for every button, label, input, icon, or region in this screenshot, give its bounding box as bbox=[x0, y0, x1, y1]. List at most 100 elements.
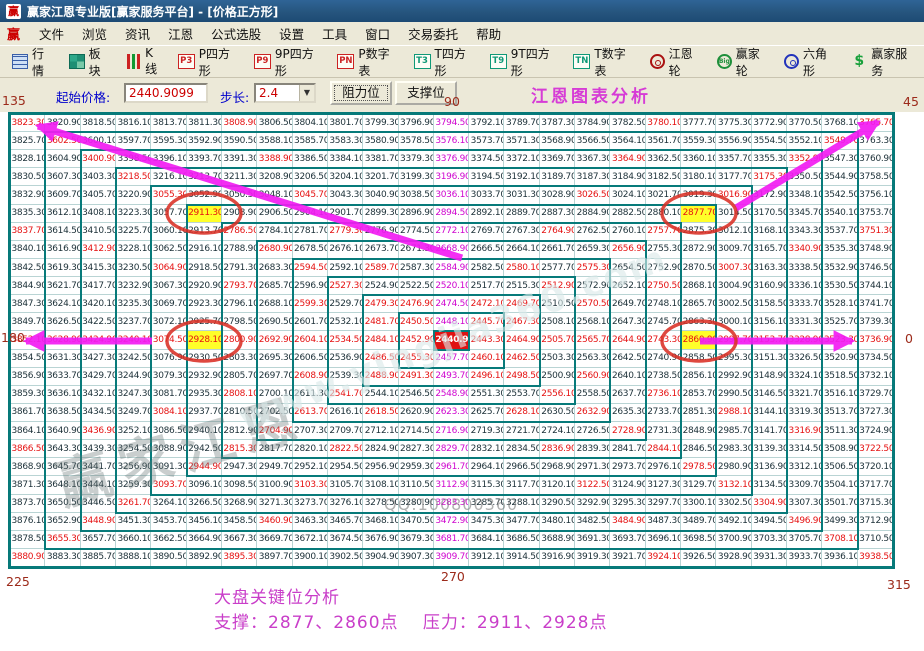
gann-cell: 3396.10 bbox=[151, 150, 186, 168]
gann-cell: 3014.50 bbox=[716, 205, 751, 223]
gann-cell: 2786.50 bbox=[222, 223, 257, 241]
gann-cell: 3837.70 bbox=[10, 223, 45, 241]
gann-cell: 3376.90 bbox=[434, 150, 469, 168]
gann-cell: 2635.30 bbox=[610, 404, 645, 422]
menu-item-4[interactable]: 公式选股 bbox=[202, 26, 270, 43]
gann-cell: 3912.10 bbox=[469, 549, 504, 567]
gann-cell: 2736.10 bbox=[646, 386, 681, 404]
toolbar-label: P四方形 bbox=[199, 45, 240, 79]
gann-cell: 2496.10 bbox=[469, 368, 504, 386]
menu-item-7[interactable]: 窗口 bbox=[356, 26, 399, 43]
menu-item-3[interactable]: 江恩 bbox=[159, 26, 202, 43]
gann-cell: 2628.10 bbox=[504, 404, 539, 422]
gann-cell: 3544.90 bbox=[822, 168, 857, 186]
gann-cell: 3321.70 bbox=[787, 386, 822, 404]
menu-item-8[interactable]: 交易委托 bbox=[399, 26, 467, 43]
gann-cell: 3537.70 bbox=[822, 223, 857, 241]
gann-cell: 2659.30 bbox=[575, 241, 610, 259]
gann-cell: 3600.10 bbox=[81, 132, 116, 150]
gann-cell: 2884.90 bbox=[575, 205, 610, 223]
toolbar-button-8[interactable]: TNT数字表 bbox=[566, 42, 642, 82]
gann-cell: 3734.50 bbox=[858, 350, 893, 368]
gann-cell: 3264.10 bbox=[151, 495, 186, 513]
gann-cell: 2865.70 bbox=[681, 295, 716, 313]
gann-cell: 3033.70 bbox=[469, 186, 504, 204]
gann-cell: 2738.50 bbox=[646, 368, 681, 386]
gann-cell: 3129.70 bbox=[681, 476, 716, 494]
gann-cell: 3326.50 bbox=[787, 350, 822, 368]
gann-cell: 3590.50 bbox=[222, 132, 257, 150]
gann-cell: 3856.90 bbox=[10, 368, 45, 386]
menu-item-2[interactable]: 资讯 bbox=[116, 26, 159, 43]
gann-cell: 3621.70 bbox=[45, 277, 80, 295]
gann-cell: 3624.10 bbox=[45, 295, 80, 313]
resistance-button[interactable]: 阻力位 bbox=[330, 81, 392, 105]
gann-cell: 2966.50 bbox=[504, 458, 539, 476]
hexagon-icon bbox=[784, 54, 799, 69]
gann-cell: 3914.50 bbox=[504, 549, 539, 567]
gann-cell: 3516.10 bbox=[822, 386, 857, 404]
toolbar-button-7[interactable]: T99T四方形 bbox=[483, 42, 567, 82]
gann-cell: 3345.70 bbox=[787, 205, 822, 223]
toolbar-button-5[interactable]: PNP数字表 bbox=[330, 42, 406, 82]
gann-cell: 3194.50 bbox=[469, 168, 504, 186]
menu-item-1[interactable]: 浏览 bbox=[73, 26, 116, 43]
gann-cell: 3432.10 bbox=[81, 386, 116, 404]
toolbar-button-3[interactable]: P3P四方形 bbox=[171, 42, 247, 82]
mdi-child-icon: 赢 bbox=[7, 24, 20, 43]
gann-cell: 3775.30 bbox=[716, 114, 751, 132]
toolbar-button-1[interactable]: 板块 bbox=[62, 42, 119, 82]
gann-cell: 2784.10 bbox=[257, 223, 292, 241]
toolbar-button-9[interactable]: 江恩轮 bbox=[643, 42, 710, 82]
gann-cell: 2548.90 bbox=[434, 386, 469, 404]
gann-cell: 3132.10 bbox=[716, 476, 751, 494]
gann-cell: 3103.30 bbox=[293, 476, 328, 494]
toolbar-button-4[interactable]: P99P四方形 bbox=[247, 42, 331, 82]
gann-cell: 3571.30 bbox=[504, 132, 539, 150]
gann-cell: 2973.70 bbox=[610, 458, 645, 476]
gann-cell: 2774.50 bbox=[399, 223, 434, 241]
gann-cell: 2613.70 bbox=[293, 404, 328, 422]
toolbar-button-12[interactable]: $赢家服务 bbox=[844, 42, 924, 82]
gann-cell: 3228.10 bbox=[116, 241, 151, 259]
toolbar-button-2[interactable]: K线 bbox=[118, 43, 171, 80]
gann-cell: 3314.50 bbox=[787, 440, 822, 458]
badge-t9-icon: T9 bbox=[490, 54, 507, 69]
gann-cell: 3290.50 bbox=[540, 495, 575, 513]
toolbar-button-10[interactable]: Big赢家轮 bbox=[710, 42, 777, 82]
step-combobox[interactable]: 2.4 ▼ bbox=[254, 83, 316, 103]
gann-cell: 2764.90 bbox=[540, 223, 575, 241]
chevron-down-icon[interactable]: ▼ bbox=[299, 85, 314, 101]
gann-cell: 3213.70 bbox=[187, 168, 222, 186]
gann-cell: 3592.90 bbox=[187, 132, 222, 150]
gann-cell: 3919.30 bbox=[575, 549, 610, 567]
gann-cell: 2853.70 bbox=[681, 386, 716, 404]
gann-cell: 3343.30 bbox=[787, 223, 822, 241]
gann-cell: 3936.10 bbox=[822, 549, 857, 567]
menu-item-6[interactable]: 工具 bbox=[313, 26, 356, 43]
toolbar-button-6[interactable]: T3T四方形 bbox=[407, 42, 483, 82]
gann-cell: 3823.30 bbox=[10, 114, 45, 132]
gann-cell: 3931.30 bbox=[752, 549, 787, 567]
menu-item-0[interactable]: 文件 bbox=[30, 26, 73, 43]
toolbar-label: 9P四方形 bbox=[275, 45, 324, 79]
gann-cell: 2714.50 bbox=[399, 422, 434, 440]
toolbar-button-11[interactable]: 六角形 bbox=[777, 42, 844, 82]
gann-cell: 2505.70 bbox=[540, 331, 575, 349]
gann-cell: 2712.10 bbox=[363, 422, 398, 440]
gann-cell: 2899.30 bbox=[363, 205, 398, 223]
start-price-input[interactable]: 2440.9099 bbox=[124, 83, 208, 103]
gann-cell: 3796.90 bbox=[399, 114, 434, 132]
gann-cell: 2863.30 bbox=[681, 313, 716, 331]
toolbar-button-0[interactable]: 行情 bbox=[5, 42, 62, 82]
gann-cell: 3453.70 bbox=[151, 513, 186, 531]
gann-cell: 3763.30 bbox=[858, 132, 893, 150]
menu-item-9[interactable]: 帮助 bbox=[467, 26, 510, 43]
gann-cell: 2666.50 bbox=[469, 241, 504, 259]
gann-cell: 3871.30 bbox=[10, 476, 45, 494]
gann-cell: 2836.90 bbox=[540, 440, 575, 458]
gann-cell: 3448.90 bbox=[81, 513, 116, 531]
menu-item-5[interactable]: 设置 bbox=[270, 26, 313, 43]
gann-cell: 3304.90 bbox=[752, 495, 787, 513]
gann-cell: 3648.10 bbox=[45, 476, 80, 494]
